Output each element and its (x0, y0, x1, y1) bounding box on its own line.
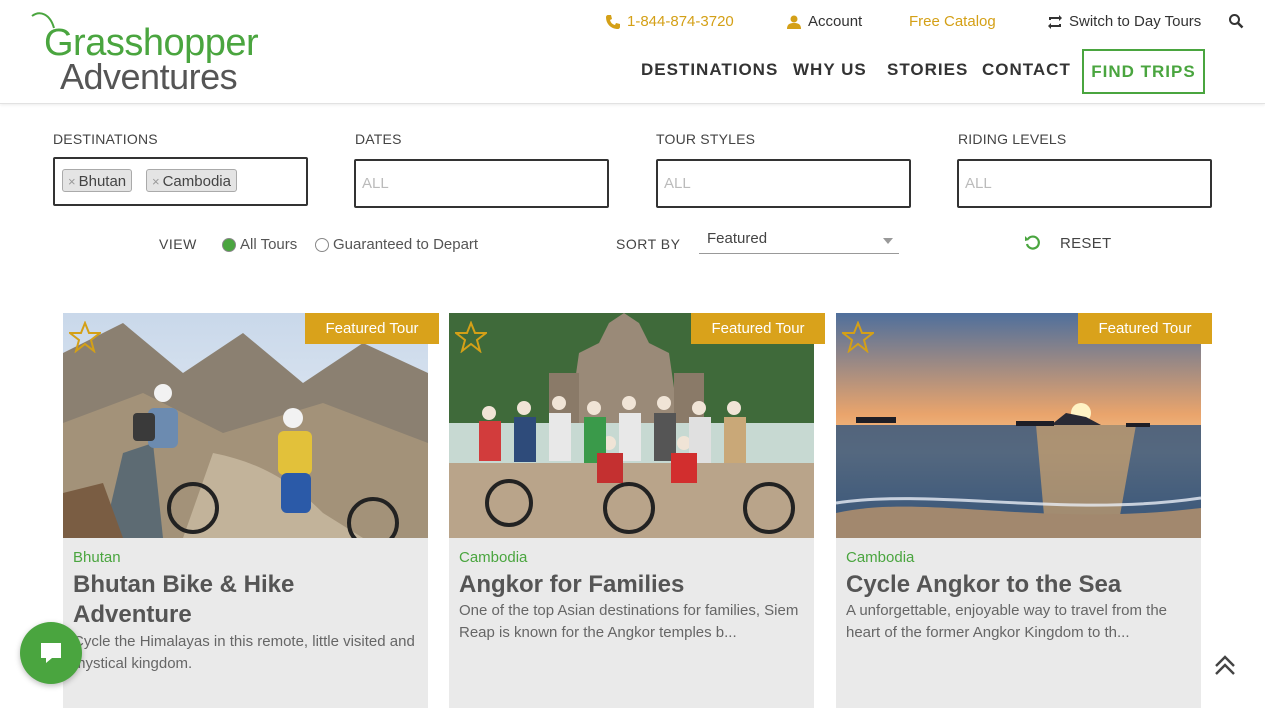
tour-description: A unforgettable, enjoyable way to travel… (846, 602, 1168, 641)
tour-country[interactable]: Cambodia (846, 549, 914, 566)
tour-photo[interactable] (63, 313, 428, 538)
phone-icon (606, 14, 620, 29)
tour-card[interactable]: Featured Tour Cambodia Cycle Angkor to t… (836, 313, 1212, 708)
phone-link[interactable]: 1-844-874-3720 (605, 13, 734, 30)
brand-logo[interactable]: Grasshopper Adventures (30, 10, 260, 97)
sort-value: Featured (707, 230, 768, 247)
favorite-star-icon[interactable] (455, 321, 487, 353)
remove-tag-icon[interactable]: × (152, 174, 160, 189)
nav-destinations[interactable]: DESTINATIONS (641, 60, 778, 80)
tag-label: Bhutan (78, 173, 127, 190)
user-icon (787, 15, 801, 29)
riding-levels-select[interactable]: ALL (957, 159, 1212, 208)
tour-card[interactable]: Featured Tour Cambodia Angkor for Famili… (449, 313, 825, 708)
tour-card[interactable]: Featured Tour Bhutan Bhutan Bike & Hike … (63, 313, 439, 708)
tour-country[interactable]: Cambodia (459, 549, 527, 566)
reset-label: RESET (1060, 234, 1112, 252)
reset-button[interactable]: RESET (1024, 234, 1112, 252)
featured-tour-badge: Featured Tour (1078, 313, 1212, 344)
free-catalog-label: Free Catalog (909, 13, 996, 30)
photo-sunset-sea (836, 313, 1201, 538)
radio-indicator[interactable] (315, 237, 329, 252)
dates-select[interactable]: ALL (354, 159, 609, 208)
dates-label: DATES (355, 131, 402, 147)
dates-placeholder: ALL (362, 175, 389, 192)
tour-styles-placeholder: ALL (664, 175, 691, 192)
chat-icon (41, 643, 61, 663)
tag-cambodia[interactable]: × Cambodia (146, 169, 237, 192)
tag-label: Cambodia (162, 173, 231, 190)
tour-description: One of the top Asian destinations for fa… (459, 602, 799, 641)
tour-photo[interactable] (836, 313, 1201, 538)
riding-levels-label: RIDING LEVELS (958, 131, 1067, 147)
tour-photo[interactable] (449, 313, 814, 538)
tour-description: Cycle the Himalayas in this remote, litt… (73, 633, 415, 672)
photo-bhutan-cyclists (63, 313, 428, 538)
nav-stories[interactable]: STORIES (887, 60, 968, 80)
chat-button[interactable] (20, 622, 82, 684)
account-label: Account (808, 13, 863, 30)
favorite-star-icon[interactable] (842, 321, 874, 353)
riding-levels-placeholder: ALL (965, 175, 992, 192)
scroll-to-top-icon[interactable] (1212, 652, 1238, 678)
featured-tour-badge: Featured Tour (305, 313, 439, 344)
search-button[interactable] (1228, 13, 1244, 29)
switch-label: Switch to Day Tours (1069, 13, 1202, 30)
remove-tag-icon[interactable]: × (68, 174, 76, 189)
search-icon (1229, 14, 1244, 29)
tour-country[interactable]: Bhutan (73, 549, 121, 566)
destinations-label: DESTINATIONS (53, 131, 158, 147)
swap-icon (1048, 14, 1062, 29)
phone-number: 1-844-874-3720 (627, 13, 734, 30)
sort-by-label: SORT BY (616, 236, 681, 252)
destinations-multiselect[interactable]: × Bhutan × Cambodia (53, 157, 308, 206)
find-trips-button[interactable]: FIND TRIPS (1082, 49, 1205, 94)
account-link[interactable]: Account (786, 13, 862, 30)
reset-icon (1025, 235, 1040, 250)
dropdown-caret-icon (883, 238, 893, 244)
radio-all-tours[interactable]: All Tours (222, 236, 297, 253)
tour-styles-label: TOUR STYLES (656, 131, 756, 147)
logo-text-adventures: Adventures (60, 56, 238, 97)
radio-guaranteed[interactable]: Guaranteed to Depart (315, 236, 478, 253)
tour-title[interactable]: Angkor for Families (459, 570, 804, 600)
switch-to-day-tours-link[interactable]: Switch to Day Tours (1047, 13, 1201, 30)
view-label: VIEW (159, 236, 197, 252)
tour-title[interactable]: Bhutan Bike & Hike Adventure (73, 570, 418, 630)
sort-by-select[interactable]: Featured (699, 230, 899, 254)
free-catalog-link[interactable]: Free Catalog (909, 13, 996, 30)
favorite-star-icon[interactable] (69, 321, 101, 353)
tour-styles-select[interactable]: ALL (656, 159, 911, 208)
featured-tour-badge: Featured Tour (691, 313, 825, 344)
tag-bhutan[interactable]: × Bhutan (62, 169, 133, 192)
radio-guaranteed-label: Guaranteed to Depart (333, 236, 479, 253)
tour-title[interactable]: Cycle Angkor to the Sea (846, 570, 1191, 600)
nav-why-us[interactable]: WHY US (793, 60, 867, 80)
site-header: Grasshopper Adventures 1-844-874-3720 Ac… (0, 0, 1265, 104)
radio-all-tours-label: All Tours (240, 236, 298, 253)
photo-angkor-family (449, 313, 814, 538)
nav-contact[interactable]: CONTACT (982, 60, 1071, 80)
radio-selected-indicator[interactable] (222, 237, 236, 252)
